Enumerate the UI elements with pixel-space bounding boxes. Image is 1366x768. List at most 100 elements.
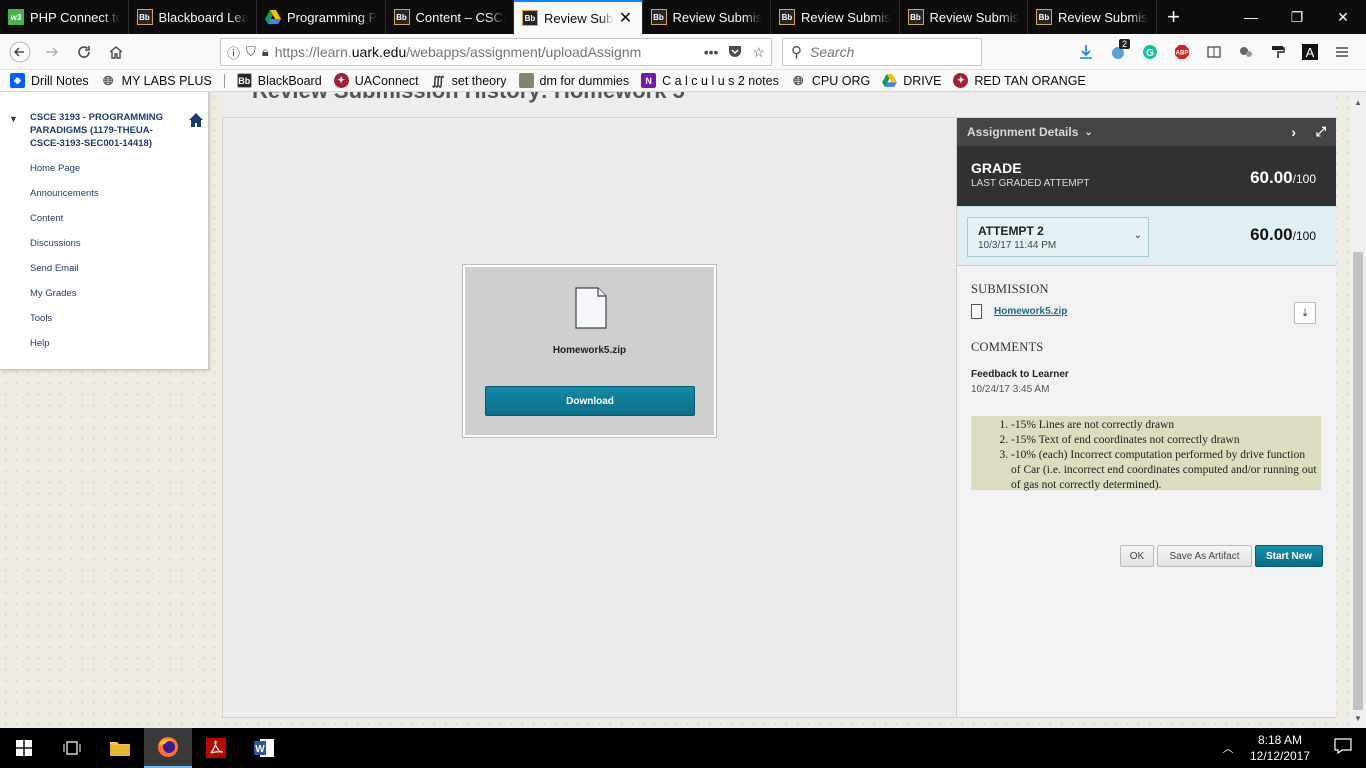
bookmark-item[interactable]: dm for dummies (518, 73, 629, 88)
assignment-details-header[interactable]: Assignment Details ⌄ › ⤢ (957, 118, 1336, 146)
ok-button[interactable]: OK (1120, 545, 1154, 567)
reader-view-icon[interactable] (1198, 38, 1230, 66)
browser-tab[interactable]: w3 PHP Connect to (0, 0, 129, 34)
new-tab-button[interactable]: + (1157, 0, 1191, 34)
chevron-right-icon[interactable]: › (1291, 124, 1296, 140)
paint-roller-icon[interactable] (1262, 38, 1294, 66)
browser-tab[interactable]: Programming Pa (257, 0, 386, 34)
bookmark-item[interactable]: ◆ Drill Notes (10, 73, 89, 88)
bookmark-separator (223, 73, 225, 88)
extension-icon[interactable] (1230, 38, 1262, 66)
address-bar[interactable]: ⓘ ⛉ 🔒︎ https://learn.uark.edu/webapps/as… (220, 38, 772, 66)
course-menu-item-my-grades[interactable]: My Grades (30, 288, 76, 299)
save-as-artifact-button[interactable]: Save As Artifact (1157, 545, 1252, 567)
extension-icon[interactable]: 2 (1102, 38, 1134, 66)
bookmark-item[interactable]: DRIVE (882, 73, 941, 88)
attempt-value: 60.00 (1250, 225, 1293, 244)
tab-title: PHP Connect to (30, 9, 120, 25)
submission-file-link[interactable]: Homework5.zip (994, 306, 1067, 317)
bookmark-star-icon[interactable]: ☆ (752, 44, 765, 61)
task-view-icon[interactable] (48, 728, 96, 768)
system-tray: ︿ 8:18 AM 12/12/2017 (1216, 728, 1366, 768)
browser-tab[interactable]: Bb Review Submissi (1028, 0, 1157, 34)
download-button[interactable]: Download (485, 386, 695, 416)
theory-icon: ∭ (431, 73, 445, 88)
download-icon[interactable] (1070, 38, 1102, 66)
browser-tab[interactable]: Bb Review Submissi (643, 0, 771, 34)
windows-start-icon[interactable] (0, 728, 48, 768)
scroll-down-icon[interactable]: ▼ (1350, 710, 1366, 726)
bookmark-item[interactable]: 🌐︎ CPU ORG (791, 73, 870, 88)
page-scrollbar[interactable]: ▲ ▼ (1350, 92, 1366, 728)
bookmark-item[interactable]: 🌐︎ MY LABS PLUS (101, 73, 212, 88)
download-icon[interactable]: ⤓ (1294, 302, 1316, 324)
pocket-icon[interactable] (728, 44, 742, 61)
browser-tab-bar: w3 PHP Connect to Bb Blackboard Learn Pr… (0, 0, 1366, 34)
feedback-item: -15% Text of end coordinates not correct… (1011, 433, 1317, 448)
blackboard-icon: Bb (136, 9, 153, 25)
back-icon[interactable] (4, 36, 36, 68)
scrollbar-thumb[interactable] (1353, 252, 1363, 710)
course-menu-item-content[interactable]: Content (30, 213, 63, 224)
tracking-shield-icon[interactable]: ⛉ (246, 44, 256, 60)
close-window-icon[interactable]: ✕ (1320, 0, 1366, 34)
submission-heading: SUBMISSION (971, 282, 1049, 296)
home-icon[interactable] (100, 36, 132, 68)
reload-icon[interactable] (68, 36, 100, 68)
word-icon[interactable]: W (240, 728, 288, 768)
font-extension-icon[interactable]: A (1294, 38, 1326, 66)
bookmark-item[interactable]: N C a l c u l u s 2 notes (641, 73, 779, 88)
course-title[interactable]: CSCE 3193 - PROGRAMMING PARADIGMS (1179-… (30, 111, 180, 150)
acrobat-icon[interactable] (192, 728, 240, 768)
forward-icon[interactable] (36, 36, 68, 68)
chevron-up-icon[interactable]: ︿ (1216, 740, 1240, 756)
course-menu-item-home-page[interactable]: Home Page (30, 163, 80, 174)
grammarly-icon[interactable]: G (1134, 38, 1166, 66)
bookmark-item[interactable]: ✦ RED TAN ORANGE (953, 73, 1086, 88)
course-menu-item-send-email[interactable]: Send Email (30, 263, 79, 274)
svg-text:W: W (255, 744, 265, 755)
bookmark-label: CPU ORG (811, 73, 871, 88)
bookmark-item[interactable]: Bb BlackBoard (236, 73, 322, 88)
file-explorer-icon[interactable] (96, 728, 144, 768)
bookmark-label: UAConnect (354, 73, 419, 88)
feedback-item: -15% Lines are not correctly drawn (1011, 418, 1317, 433)
browser-tab-active[interactable]: Bb Review Subm ✕ (514, 0, 643, 34)
course-menu-item-announcements[interactable]: Announcements (30, 188, 99, 199)
grade-total: /100 (1292, 172, 1316, 186)
notification-icon[interactable] (1320, 738, 1366, 758)
browser-tab[interactable]: Bb Review Submissi (900, 0, 1028, 34)
attempt-select[interactable]: ATTEMPT 2 10/3/17 11:44 PM ⌄ (967, 217, 1149, 257)
bookmark-item[interactable]: ∭ set theory (431, 73, 507, 88)
feedback-date: 10/24/17 3:45 AM (971, 384, 1050, 395)
browser-tab[interactable]: Bb Content – CSCE (386, 0, 514, 34)
search-placeholder: Search (810, 44, 855, 60)
minimize-icon[interactable]: — (1228, 0, 1274, 34)
page-actions-icon[interactable]: ••• (704, 44, 719, 60)
onenote-icon: N (641, 73, 657, 88)
start-new-button[interactable]: Start New (1255, 545, 1323, 567)
home-icon[interactable] (188, 112, 204, 128)
restore-icon[interactable]: ❐ (1274, 0, 1320, 34)
file-card: Homework5.zip Download (463, 265, 716, 437)
course-menu-item-tools[interactable]: Tools (30, 313, 52, 324)
scroll-up-icon[interactable]: ▲ (1350, 94, 1366, 110)
browser-tab[interactable]: Bb Review Submissi (771, 0, 900, 34)
expand-icon[interactable]: ⤢ (1316, 124, 1326, 140)
info-icon[interactable]: ⓘ (227, 43, 240, 62)
bookmark-item[interactable]: ✦ UAConnect (333, 73, 419, 88)
bookmark-label: Drill Notes (31, 73, 89, 88)
course-menu-item-help[interactable]: Help (30, 338, 50, 349)
close-tab-icon[interactable]: ✕ (618, 8, 634, 28)
adblock-icon[interactable]: ABP (1166, 38, 1198, 66)
search-input[interactable]: ⚲ Search (782, 38, 982, 66)
firefox-icon[interactable] (144, 728, 192, 768)
course-menu-item-discussions[interactable]: Discussions (30, 238, 81, 249)
lock-icon: 🔒︎ (261, 44, 269, 59)
attempt-date: 10/3/17 11:44 PM (978, 240, 1057, 251)
clock[interactable]: 8:18 AM 12/12/2017 (1240, 732, 1320, 764)
collapse-triangle-icon[interactable]: ▼ (9, 114, 18, 124)
browser-tab[interactable]: Bb Blackboard Learn (129, 0, 257, 34)
search-icon: ⚲ (791, 44, 802, 61)
menu-icon[interactable] (1326, 38, 1358, 66)
